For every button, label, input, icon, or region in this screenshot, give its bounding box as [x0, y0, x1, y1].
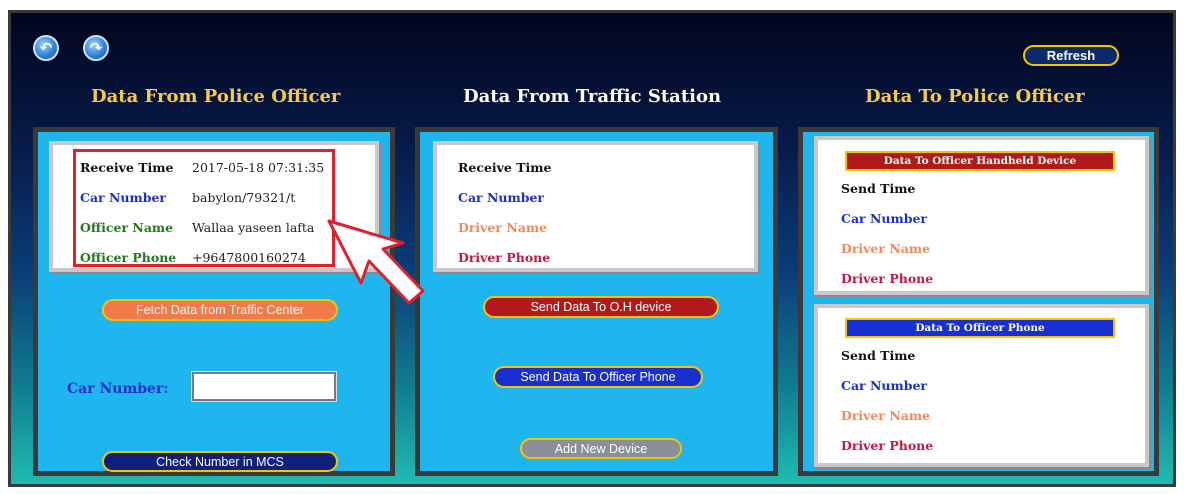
- check-number-button[interactable]: Check Number in MCS: [102, 451, 338, 472]
- fetch-data-button[interactable]: Fetch Data from Traffic Center: [102, 299, 338, 321]
- car-number-input[interactable]: [191, 371, 337, 402]
- handheld-card: Data To Officer Handheld Device Send Tim…: [814, 136, 1149, 295]
- panel-from-traffic: Receive Time Car Number Driver Name Driv…: [415, 127, 778, 476]
- redo-arrow-icon[interactable]: ↷: [83, 35, 109, 61]
- send-oh-device-button[interactable]: Send Data To O.H device: [483, 296, 719, 318]
- back-arrow-icon[interactable]: ↶: [33, 35, 59, 61]
- phone-field-driver-name: Driver Name: [841, 408, 931, 423]
- panel-to-officer: Data To Officer Handheld Device Send Tim…: [798, 127, 1159, 476]
- car-number-label: Car Number:: [67, 381, 169, 397]
- handheld-banner: Data To Officer Handheld Device: [845, 151, 1115, 171]
- traffic-field-driver-name: Driver Name: [458, 220, 548, 235]
- handheld-field-driver-name: Driver Name: [841, 241, 931, 256]
- section-title-from-traffic: Data From Traffic Station: [463, 86, 722, 107]
- handheld-field-driver-phone: Driver Phone: [841, 271, 934, 286]
- refresh-button[interactable]: Refresh: [1023, 45, 1119, 66]
- add-new-device-button[interactable]: Add New Device: [520, 438, 682, 459]
- officer-phone-banner: Data To Officer Phone: [845, 318, 1115, 338]
- handheld-field-send-time: Send Time: [841, 181, 916, 196]
- traffic-field-car-number: Car Number: [458, 190, 545, 205]
- phone-field-car-number: Car Number: [841, 378, 928, 393]
- traffic-field-driver-phone: Driver Phone: [458, 250, 551, 265]
- section-title-from-officer: Data From Police Officer: [91, 86, 341, 107]
- phone-field-send-time: Send Time: [841, 348, 916, 363]
- officer-phone-card: Data To Officer Phone Send Time Car Numb…: [814, 304, 1149, 467]
- traffic-data-card: Receive Time Car Number Driver Name Driv…: [433, 141, 758, 272]
- annotation-arrow-icon: [327, 219, 425, 305]
- phone-field-driver-phone: Driver Phone: [841, 438, 934, 453]
- section-title-to-officer: Data To Police Officer: [865, 86, 1085, 107]
- highlight-box: [73, 149, 335, 267]
- send-officer-phone-button[interactable]: Send Data To Officer Phone: [493, 366, 703, 388]
- app-window: ↶ ↷ Refresh Data From Police Officer Dat…: [8, 10, 1176, 487]
- handheld-field-car-number: Car Number: [841, 211, 928, 226]
- traffic-field-receive-time: Receive Time: [458, 160, 552, 175]
